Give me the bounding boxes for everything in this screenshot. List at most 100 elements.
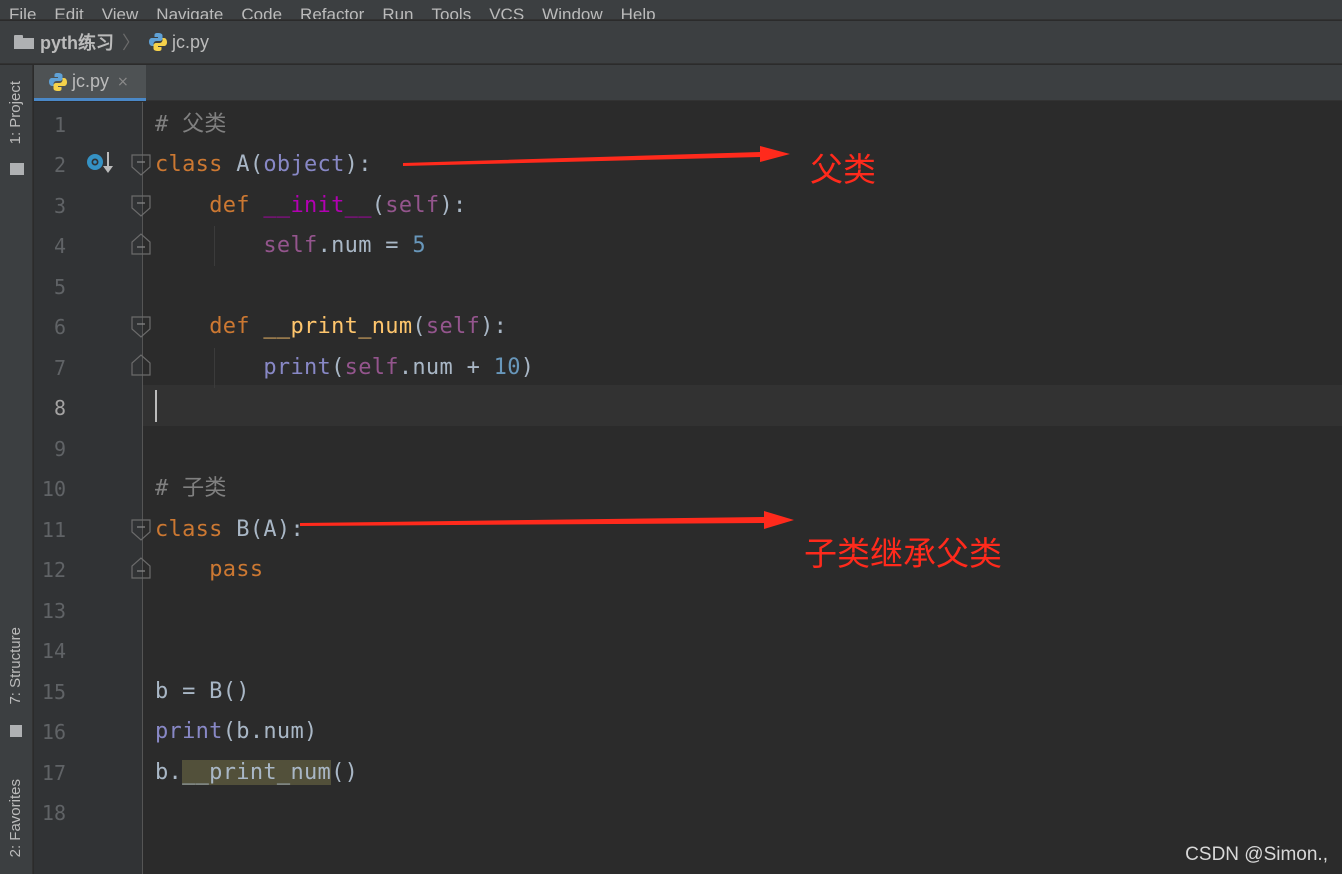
code-text: (b.num) [222,719,318,744]
magic-method-token: __init__ [263,193,372,218]
fold-marker-icon[interactable] [131,154,151,176]
code-line-4[interactable]: self.num = 5 [155,226,426,266]
fold-marker-icon[interactable] [131,316,151,338]
fold-end-marker-icon[interactable] [131,354,151,376]
menu-edit[interactable]: Edit [45,6,92,20]
number-token: 10 [493,355,521,380]
tab-label: jc.py [72,71,110,91]
code-line-3[interactable]: def __init__(self): [155,186,467,226]
close-icon[interactable]: × [117,74,129,90]
code-editor[interactable]: 1 2 3 4 5 6 7 8 9 10 11 12 13 14 15 16 1… [34,102,1342,874]
code-line-15[interactable]: b = B() [155,672,250,712]
line-number[interactable]: 18 [34,793,66,833]
line-number[interactable]: 14 [34,631,66,671]
python-file-icon [49,72,67,91]
watermark: CSDN @Simon., [1185,844,1328,865]
breadcrumb-file[interactable]: jc.py [172,32,209,53]
code-line-12[interactable]: pass [155,550,263,590]
left-tool-strip: 1: Project 7: Structure 2: Favorites [0,65,33,874]
breadcrumb-project[interactable]: pyth练习 [40,29,114,55]
line-number[interactable]: 17 [34,753,66,793]
line-number[interactable]: 2 [34,145,66,185]
menu-help[interactable]: Help [612,6,665,20]
gutter-divider [142,102,143,874]
code-line-16[interactable]: print(b.num) [155,712,318,752]
line-number[interactable]: 5 [34,267,66,307]
menu-vcs[interactable]: VCS [480,6,533,20]
fold-marker-icon[interactable] [131,195,151,217]
menu-window[interactable]: Window [533,6,611,20]
menu-refactor[interactable]: Refactor [291,6,373,20]
code-text: .num + [398,355,494,380]
line-number[interactable]: 16 [34,712,66,752]
code-text: () [331,760,359,785]
line-number[interactable]: 12 [34,550,66,590]
line-number[interactable]: 4 [34,226,66,266]
code-line-11[interactable]: class B(A): [155,510,304,550]
line-number[interactable]: 11 [34,510,66,550]
comment-token: # 父类 [155,112,227,137]
fold-marker-icon[interactable] [131,519,151,541]
line-number[interactable]: 13 [34,591,66,631]
function-name-token: __print_num [263,314,413,339]
line-number[interactable]: 9 [34,429,66,469]
punct-token: ) [520,355,535,380]
line-number[interactable]: 15 [34,672,66,712]
code-line-2[interactable]: class A(object): [155,145,372,185]
keyword-token: pass [209,557,264,582]
menu-code[interactable]: Code [232,6,291,20]
menu-bar: File Edit View Navigate Code Refactor Ru… [0,0,1342,20]
menu-tools[interactable]: Tools [423,6,481,20]
code-line-10[interactable]: # 子类 [155,469,227,509]
annotation-parent-class: 父类 [810,150,876,189]
code-line-17[interactable]: b.__print_num() [155,753,358,793]
punct-token: ): [480,314,508,339]
code-line-6[interactable]: def __print_num(self): [155,307,507,347]
punct-token: ( [331,355,345,380]
line-number[interactable]: 10 [34,469,66,509]
breadcrumb-separator: 〉 [122,33,140,54]
punct-token: ( [412,314,426,339]
builtin-token: print [155,719,223,744]
self-token: self [263,233,318,258]
fold-end-marker-icon[interactable] [131,557,151,579]
override-marker-icon[interactable] [86,150,116,180]
builtin-token: print [263,355,332,380]
code-text: b = B() [155,679,250,704]
tab-jc-py[interactable]: jc.py × [34,65,146,101]
line-number[interactable]: 6 [34,307,66,347]
menu-navigate[interactable]: Navigate [147,6,232,20]
highlighted-usage-token: __print_num [182,760,332,785]
menu-view[interactable]: View [93,6,148,20]
folder-icon [14,35,34,49]
punct-token: ): [344,152,372,177]
editor-tabs: jc.py × [34,65,1342,101]
line-number-current[interactable]: 8 [34,388,66,428]
keyword-token: class [155,152,223,177]
code-line-7[interactable]: print(self.num + 10) [155,348,534,388]
code-line-1[interactable]: # 父类 [155,105,227,145]
breadcrumb: pyth练习 〉 jc.py [0,21,1342,64]
punct-token: ( [371,193,386,218]
tool-window-favorites[interactable]: 2: Favorites [7,779,24,857]
self-token: self [425,314,481,339]
punct-token: ): [439,193,467,218]
keyword-token: class [155,517,223,542]
fold-end-marker-icon[interactable] [131,233,151,255]
line-number[interactable]: 7 [34,348,66,388]
line-number[interactable]: 1 [34,105,66,145]
number-token: 5 [412,233,426,258]
line-number[interactable]: 3 [34,186,66,226]
menu-run[interactable]: Run [373,6,422,20]
menu-file[interactable]: File [0,6,45,20]
code-text: .num = [317,233,413,258]
code-text: b. [155,760,183,785]
tool-window-project[interactable]: 1: Project [7,81,24,144]
python-file-icon [149,33,167,51]
tool-window-structure[interactable]: 7: Structure [7,627,24,705]
